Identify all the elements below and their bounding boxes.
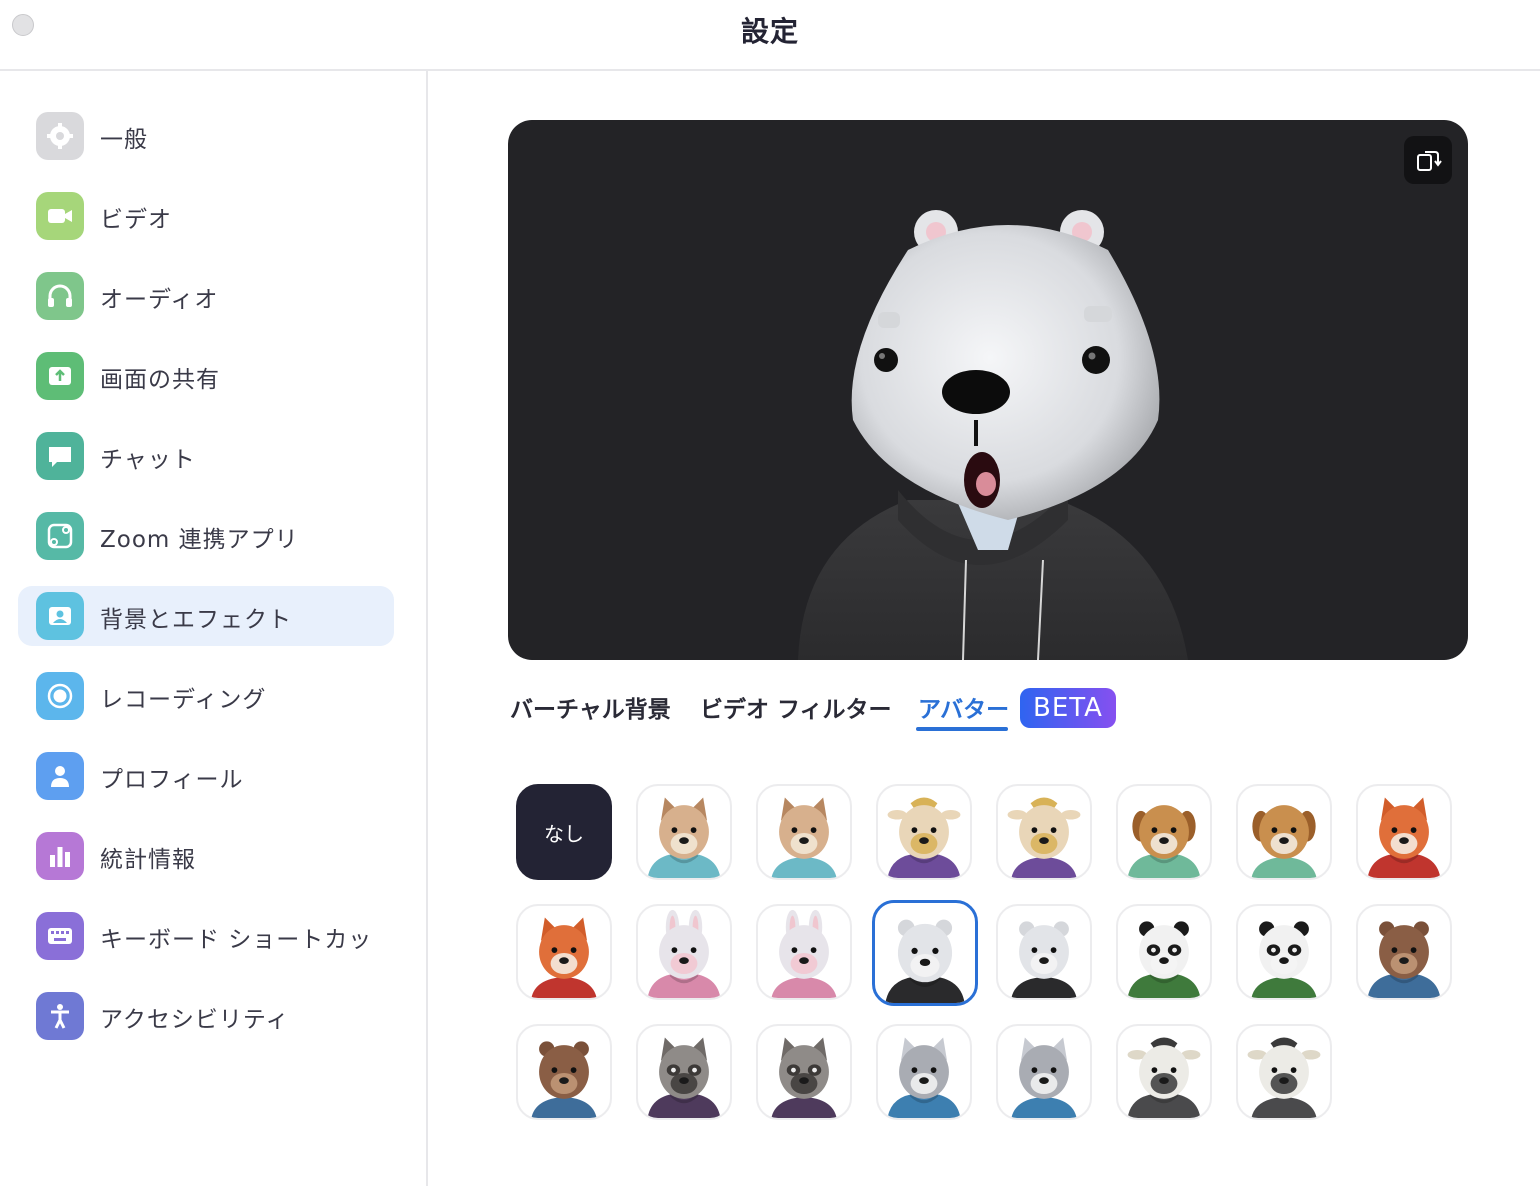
- avatar-beaver-blue-hoodie[interactable]: [1356, 904, 1452, 1000]
- fox-avatar-icon: [1367, 797, 1441, 878]
- beaver-avatar-icon: [1367, 921, 1441, 998]
- raccoon-avatar-icon: [771, 1037, 837, 1118]
- sidebar-item-label: 画面の共有: [100, 367, 220, 393]
- profile-icon: [36, 752, 84, 800]
- rabbit-avatar-icon: [647, 909, 721, 998]
- sidebar-item-statistics[interactable]: 統計情報: [18, 826, 394, 886]
- sidebar-item-label: Zoom 連携アプリ: [100, 527, 299, 553]
- apps-icon: [36, 512, 84, 560]
- avatar-cow-gray-hoodie[interactable]: [1116, 1024, 1212, 1120]
- cat-avatar-icon: [647, 797, 721, 878]
- sidebar-item-label: 統計情報: [100, 847, 196, 873]
- avatar-fox-red-hoodie[interactable]: [1356, 784, 1452, 880]
- active-tab-indicator: [916, 727, 1008, 731]
- statistics-icon: [36, 832, 84, 880]
- koala-avatar-icon: [887, 1037, 961, 1118]
- polar-bear-avatar-preview: [798, 210, 1188, 660]
- raccoon-avatar-icon: [647, 1037, 721, 1118]
- avatar-rabbit-pink-shirt[interactable]: [756, 904, 852, 1000]
- sidebar-item-label: チャット: [100, 447, 196, 473]
- koala-avatar-icon: [1011, 1037, 1077, 1118]
- cat-avatar-icon: [771, 797, 837, 878]
- sidebar-item-label: キーボード ショートカッ: [100, 927, 373, 953]
- window-title: 設定: [740, 15, 799, 48]
- tab-virtual-background[interactable]: バーチャル背景: [510, 690, 671, 724]
- rabbit-avatar-icon: [771, 909, 837, 998]
- fox-avatar-icon: [531, 917, 597, 998]
- avatar-polar-bear-black-hoodie[interactable]: [872, 900, 978, 1006]
- background-portrait-icon: [36, 592, 84, 640]
- avatar-dog-green-hoodie[interactable]: [1116, 784, 1212, 880]
- chat-bubble-icon: [36, 432, 84, 480]
- sidebar-item-keyboard-shortcuts[interactable]: キーボード ショートカッ: [18, 906, 394, 966]
- sidebar-item-background-effects[interactable]: 背景とエフェクト: [18, 586, 394, 646]
- panda-avatar-icon: [1251, 921, 1317, 998]
- beta-badge: BETA: [1020, 688, 1116, 728]
- avatar-none-button[interactable]: なし: [516, 784, 612, 880]
- beaver-avatar-icon: [531, 1041, 597, 1118]
- sidebar-item-label: ビデオ: [100, 207, 172, 233]
- sidebar-item-label: アクセシビリティ: [100, 1007, 290, 1033]
- headphones-icon: [36, 272, 84, 320]
- cowgray-avatar-icon: [1247, 1037, 1321, 1118]
- avatar-koala-blue-shirt[interactable]: [996, 1024, 1092, 1120]
- sidebar-item-general[interactable]: 一般: [18, 106, 394, 166]
- sidebar-item-accessibility[interactable]: アクセシビリティ: [18, 986, 394, 1046]
- accessibility-icon: [36, 992, 84, 1040]
- keyboard-icon: [36, 912, 84, 960]
- sidebar-item-zoom-apps[interactable]: Zoom 連携アプリ: [18, 506, 394, 566]
- avatar-cat-blue-shirt[interactable]: [756, 784, 852, 880]
- avatar-raccoon-purple-shirt[interactable]: [756, 1024, 852, 1120]
- avatar-panda-green-hoodie[interactable]: [1116, 904, 1212, 1000]
- avatar-rabbit-pink-hoodie[interactable]: [636, 904, 732, 1000]
- sidebar-item-label: オーディオ: [100, 287, 219, 313]
- avatar-cow-purple-hoodie[interactable]: [876, 784, 972, 880]
- cow-avatar-icon: [1007, 797, 1081, 878]
- sidebar-item-chat[interactable]: チャット: [18, 426, 394, 486]
- cowgray-avatar-icon: [1127, 1037, 1201, 1118]
- dog-avatar-icon: [1127, 805, 1201, 878]
- avatar-cat-teal-hoodie[interactable]: [636, 784, 732, 880]
- avatar-fox-red-shirt[interactable]: [516, 904, 612, 1000]
- cow-avatar-icon: [887, 797, 961, 878]
- sidebar-item-label: 背景とエフェクト: [100, 607, 292, 633]
- avatar-panda-green-shirt[interactable]: [1236, 904, 1332, 1000]
- sidebar-item-share-screen[interactable]: 画面の共有: [18, 346, 394, 406]
- panda-avatar-icon: [1127, 921, 1201, 998]
- settings-sidebar: 一般 ビデオ オーディオ 画面の共有 チャット Zoom 連携アプリ 背景とエフ…: [0, 71, 428, 1186]
- avatar-beaver-blue-shirt[interactable]: [516, 1024, 612, 1120]
- avatar-cow-purple-shirt[interactable]: [996, 784, 1092, 880]
- sidebar-item-label: 一般: [100, 127, 148, 153]
- rotate-camera-icon: [1417, 151, 1442, 171]
- title-bar: 設定: [0, 0, 1540, 71]
- record-icon: [36, 672, 84, 720]
- avatar-cow-gray-shirt[interactable]: [1236, 1024, 1332, 1120]
- dog-avatar-icon: [1251, 805, 1317, 878]
- video-preview: [508, 120, 1468, 660]
- tab-video-filters[interactable]: ビデオ フィルター: [700, 690, 892, 724]
- share-screen-icon: [36, 352, 84, 400]
- rotate-camera-button[interactable]: [1404, 136, 1452, 184]
- sidebar-item-video[interactable]: ビデオ: [18, 186, 394, 246]
- avatar-polar-bear-black-shirt[interactable]: [996, 904, 1092, 1000]
- sidebar-item-label: プロフィール: [100, 767, 244, 793]
- sidebar-item-audio[interactable]: オーディオ: [18, 266, 394, 326]
- avatar-koala-blue-hoodie[interactable]: [876, 1024, 972, 1120]
- video-camera-icon: [36, 192, 84, 240]
- avatar-raccoon-purple-hoodie[interactable]: [636, 1024, 732, 1120]
- polar-avatar-icon: [885, 919, 965, 1003]
- sidebar-item-recording[interactable]: レコーディング: [18, 666, 394, 726]
- gear-icon: [36, 112, 84, 160]
- sidebar-item-profile[interactable]: プロフィール: [18, 746, 394, 806]
- avatar-dog-green-shirt[interactable]: [1236, 784, 1332, 880]
- polar-avatar-icon: [1011, 921, 1077, 998]
- sidebar-item-label: レコーディング: [100, 687, 267, 713]
- tab-avatars[interactable]: アバター: [918, 690, 1009, 724]
